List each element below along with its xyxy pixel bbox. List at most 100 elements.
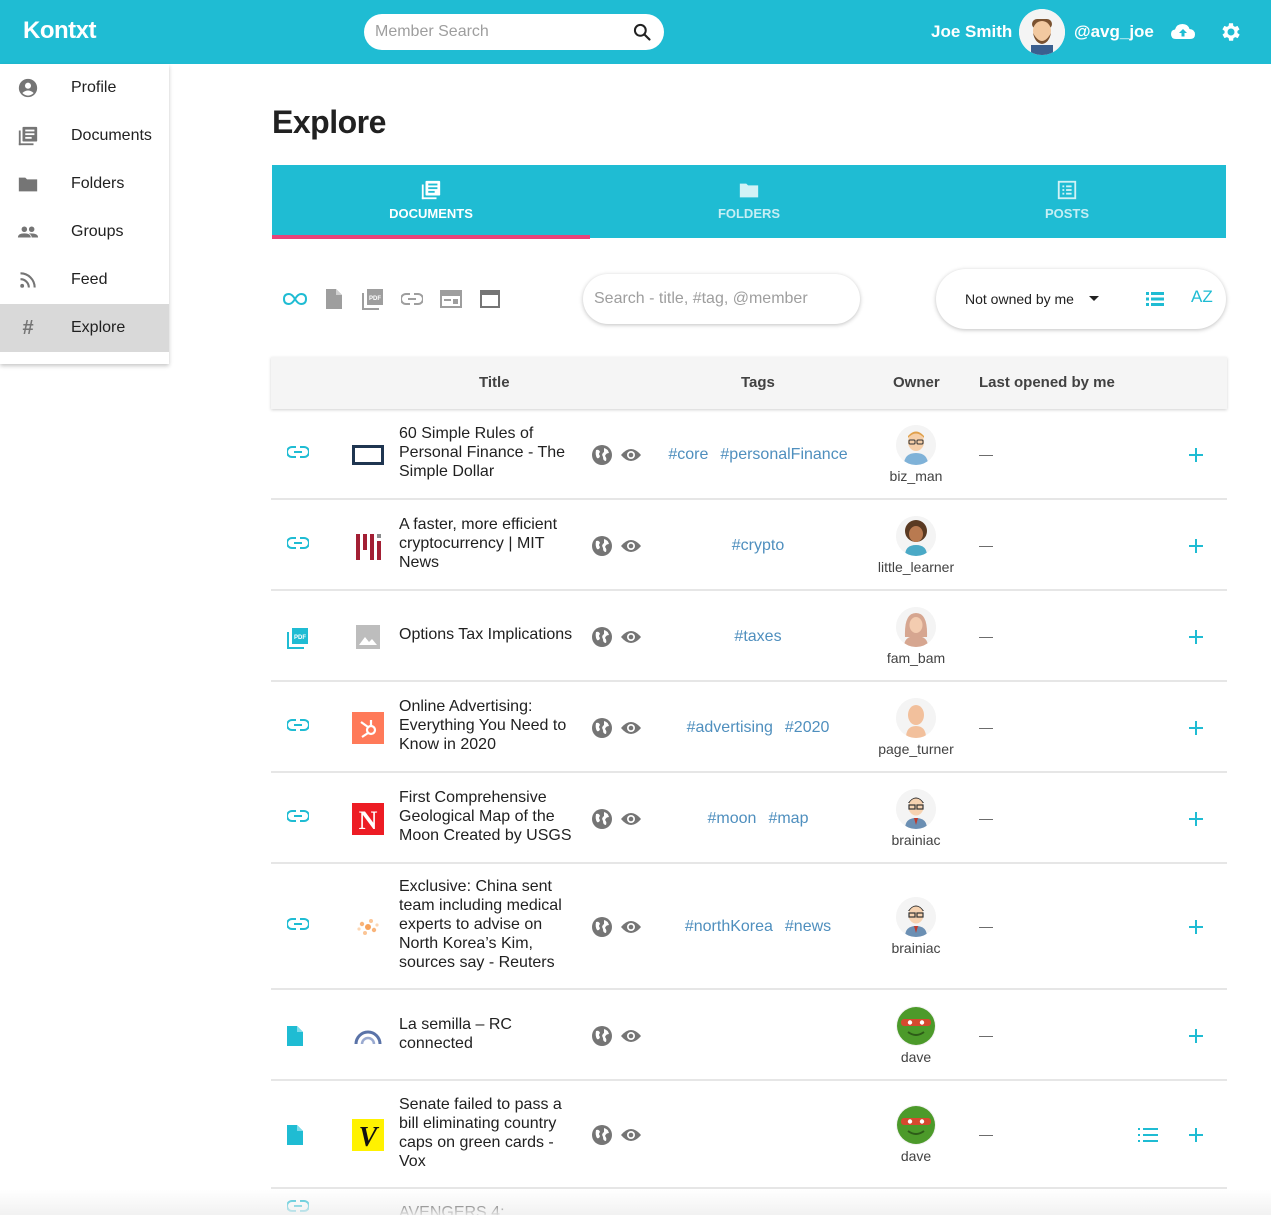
tab-documents[interactable]: DOCUMENTS [272,165,590,239]
web-asset-icon[interactable] [478,287,502,311]
document-file-icon[interactable] [287,1125,311,1149]
add-icon[interactable] [1184,1024,1208,1048]
add-icon[interactable] [1184,716,1208,740]
document-title[interactable]: La semilla – RC connected [399,1015,574,1053]
member-search-box[interactable] [364,14,664,50]
globe-public-icon[interactable] [591,626,613,648]
table-row[interactable]: V Senate failed to pass a bill eliminatin… [271,1081,1227,1189]
globe-public-icon[interactable] [591,1025,613,1047]
table-row[interactable]: La semilla – RC connected dave — [271,990,1227,1081]
pdf-icon[interactable]: PDF [361,287,385,311]
owner-name[interactable]: brainiac [891,832,940,848]
owner-name[interactable]: page_turner [878,741,954,757]
tab-folders[interactable]: FOLDERS [590,165,908,238]
tag-chip[interactable]: #news [785,918,831,936]
link-icon[interactable] [286,445,311,469]
tag-chip[interactable]: #northKorea [685,918,773,936]
owner-cell[interactable]: biz_man [861,425,971,484]
globe-public-icon[interactable] [591,535,613,557]
eye-visibility-icon[interactable] [620,1127,642,1149]
link-icon[interactable] [286,536,311,560]
gear-icon[interactable] [1219,20,1243,44]
avatar[interactable] [896,1006,936,1046]
add-icon[interactable] [1184,534,1208,558]
sidebar-item-profile[interactable]: Profile [0,64,169,112]
tag-chip[interactable]: #advertising [687,719,773,737]
document-file-icon[interactable] [287,1026,311,1050]
owner-cell[interactable]: page_turner [861,698,971,757]
avatar[interactable] [896,1105,936,1145]
add-icon[interactable] [1184,443,1208,467]
pdf-icon[interactable]: PDF [287,627,311,651]
owner-name[interactable]: fam_bam [887,650,945,666]
owner-name[interactable]: biz_man [890,468,943,484]
sidebar-item-explore[interactable]: # Explore [0,304,169,352]
tag-chip[interactable]: #taxes [734,628,781,646]
eye-visibility-icon[interactable] [620,538,642,560]
owner-cell[interactable]: fam_bam [861,607,971,666]
column-header-title[interactable]: Title [479,374,510,391]
avatar[interactable] [896,607,936,647]
owner-name[interactable]: dave [901,1049,931,1065]
eye-visibility-icon[interactable] [620,811,642,833]
table-row[interactable]: N First Comprehensive Geological Map of t… [271,773,1227,864]
document-title[interactable]: Senate failed to pass a bill eliminating… [399,1095,574,1171]
tag-chip[interactable]: #2020 [785,719,830,737]
tag-chip[interactable]: #personalFinance [720,446,847,464]
member-search-input[interactable] [375,23,615,41]
tab-posts[interactable]: POSTS [908,165,1226,238]
column-header-last-opened[interactable]: Last opened by me [979,374,1115,391]
table-row[interactable]: Online Advertising: Everything You Need … [271,682,1227,773]
outline-list-icon[interactable] [1137,1126,1161,1150]
document-title[interactable]: Exclusive: China sent team including med… [399,877,574,972]
user-handle[interactable]: @avg_joe [1074,22,1154,42]
globe-public-icon[interactable] [591,916,613,938]
add-icon[interactable] [1184,1123,1208,1147]
document-title[interactable]: A faster, more efficient cryptocurrency … [399,515,574,572]
link-icon[interactable] [286,718,311,742]
chevron-down-icon[interactable] [1089,296,1099,301]
owner-name[interactable]: brainiac [891,940,940,956]
owner-cell[interactable]: brainiac [861,789,971,848]
avatar[interactable] [896,425,936,465]
owner-cell[interactable]: brainiac [861,897,971,956]
globe-public-icon[interactable] [591,1124,613,1146]
document-title[interactable]: Options Tax Implications [399,625,574,644]
column-header-tags[interactable]: Tags [741,374,775,391]
list-view-icon[interactable] [1144,288,1166,310]
eye-visibility-icon[interactable] [620,447,642,469]
add-icon[interactable] [1184,625,1208,649]
owner-cell[interactable]: dave [861,1105,971,1164]
table-row[interactable]: PDF Options Tax Implications #taxes fam_bam… [271,591,1227,682]
app-logo[interactable]: Kontxt [23,17,96,45]
sidebar-item-folders[interactable]: Folders [0,160,169,208]
globe-public-icon[interactable] [591,808,613,830]
tag-chip[interactable]: #map [768,810,808,828]
eye-visibility-icon[interactable] [620,720,642,742]
eye-visibility-icon[interactable] [620,629,642,651]
avatar[interactable] [896,516,936,556]
document-search-input[interactable] [594,290,844,308]
add-icon[interactable] [1184,807,1208,831]
link-icon[interactable] [400,287,424,311]
sort-alpha-icon[interactable]: AZ [1191,287,1213,307]
document-file-icon[interactable] [322,287,346,311]
sidebar-item-documents[interactable]: Documents [0,112,169,160]
owner-filter-select[interactable]: Not owned by me [965,291,1074,307]
table-row[interactable]: 60 Simple Rules of Personal Finance - Th… [271,409,1227,500]
sidebar-item-groups[interactable]: Groups [0,208,169,256]
owner-cell[interactable]: little_learner [861,516,971,575]
owner-name[interactable]: little_learner [878,559,954,575]
owner-name[interactable]: dave [901,1148,931,1164]
table-row[interactable]: Exclusive: China sent team including med… [271,864,1227,990]
add-icon[interactable] [1184,915,1208,939]
avatar[interactable] [896,698,936,738]
globe-public-icon[interactable] [591,717,613,739]
document-title[interactable]: Online Advertising: Everything You Need … [399,697,574,754]
web-page-icon[interactable] [439,287,463,311]
eye-visibility-icon[interactable] [620,1028,642,1050]
table-row[interactable]: A faster, more efficient cryptocurrency … [271,500,1227,591]
search-icon[interactable] [632,22,652,42]
avatar[interactable] [896,897,936,937]
link-icon[interactable] [286,917,311,941]
